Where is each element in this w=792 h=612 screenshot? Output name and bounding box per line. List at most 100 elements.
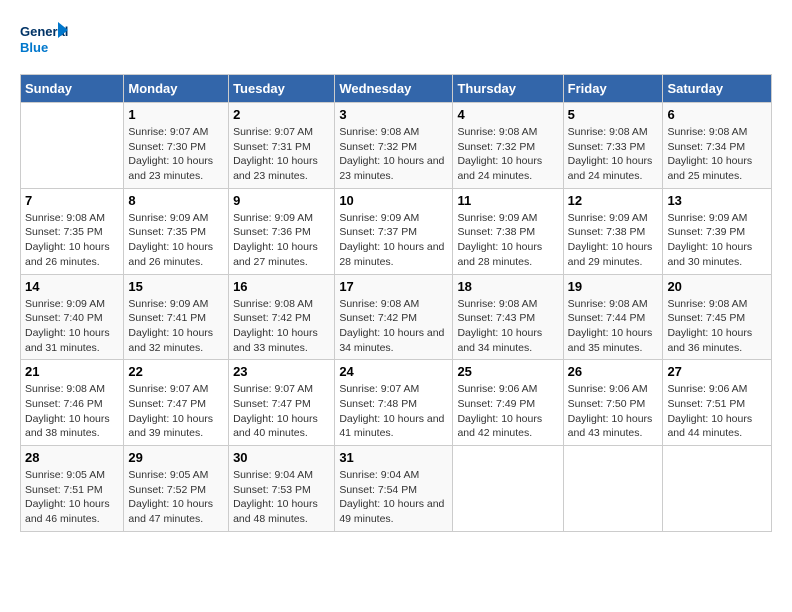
day-number: 18: [457, 279, 558, 294]
calendar-table: SundayMondayTuesdayWednesdayThursdayFrid…: [20, 74, 772, 532]
calendar-cell: 14 Sunrise: 9:09 AMSunset: 7:40 PMDayligh…: [21, 274, 124, 360]
calendar-cell: 10 Sunrise: 9:09 AMSunset: 7:37 PMDayligh…: [335, 188, 453, 274]
day-info: Sunrise: 9:09 AMSunset: 7:41 PMDaylight:…: [128, 297, 224, 356]
day-info: Sunrise: 9:04 AMSunset: 7:53 PMDaylight:…: [233, 468, 330, 527]
calendar-cell: 13 Sunrise: 9:09 AMSunset: 7:39 PMDayligh…: [663, 188, 772, 274]
calendar-cell: [453, 446, 563, 532]
calendar-cell: 3 Sunrise: 9:08 AMSunset: 7:32 PMDaylight…: [335, 103, 453, 189]
day-number: 7: [25, 193, 119, 208]
day-info: Sunrise: 9:06 AMSunset: 7:50 PMDaylight:…: [568, 382, 659, 441]
day-info: Sunrise: 9:09 AMSunset: 7:35 PMDaylight:…: [128, 211, 224, 270]
day-info: Sunrise: 9:04 AMSunset: 7:54 PMDaylight:…: [339, 468, 448, 527]
calendar-cell: 1Sunrise: 9:07 AMSunset: 7:30 PMDaylight…: [124, 103, 229, 189]
day-number: 31: [339, 450, 448, 465]
day-info: Sunrise: 9:08 AMSunset: 7:42 PMDaylight:…: [233, 297, 330, 356]
day-info: Sunrise: 9:07 AMSunset: 7:48 PMDaylight:…: [339, 382, 448, 441]
day-number: 9: [233, 193, 330, 208]
day-number: 20: [667, 279, 767, 294]
calendar-cell: 4 Sunrise: 9:08 AMSunset: 7:32 PMDaylight…: [453, 103, 563, 189]
calendar-cell: 24 Sunrise: 9:07 AMSunset: 7:48 PMDayligh…: [335, 360, 453, 446]
day-number: 11: [457, 193, 558, 208]
day-number: 8: [128, 193, 224, 208]
day-number: 4: [457, 107, 558, 122]
day-number: 27: [667, 364, 767, 379]
day-info: Sunrise: 9:05 AMSunset: 7:51 PMDaylight:…: [25, 468, 119, 527]
day-number: 22: [128, 364, 224, 379]
calendar-cell: 15 Sunrise: 9:09 AMSunset: 7:41 PMDayligh…: [124, 274, 229, 360]
calendar-cell: 2 Sunrise: 9:07 AMSunset: 7:31 PMDaylight…: [229, 103, 335, 189]
day-info: Sunrise: 9:05 AMSunset: 7:52 PMDaylight:…: [128, 468, 224, 527]
day-info: Sunrise: 9:08 AMSunset: 7:32 PMDaylight:…: [457, 125, 558, 184]
day-number: 23: [233, 364, 330, 379]
column-header-friday: Friday: [563, 75, 663, 103]
day-info: Sunrise: 9:07 AMSunset: 7:47 PMDaylight:…: [128, 382, 224, 441]
calendar-cell: 19Sunrise: 9:08 AMSunset: 7:44 PMDayligh…: [563, 274, 663, 360]
day-number: 17: [339, 279, 448, 294]
day-number: 25: [457, 364, 558, 379]
calendar-cell: 11 Sunrise: 9:09 AMSunset: 7:38 PMDayligh…: [453, 188, 563, 274]
day-info: Sunrise: 9:09 AMSunset: 7:37 PMDaylight:…: [339, 211, 448, 270]
day-number: 10: [339, 193, 448, 208]
calendar-cell: 5Sunrise: 9:08 AMSunset: 7:33 PMDaylight…: [563, 103, 663, 189]
calendar-cell: 12Sunrise: 9:09 AMSunset: 7:38 PMDayligh…: [563, 188, 663, 274]
calendar-cell: 18 Sunrise: 9:08 AMSunset: 7:43 PMDayligh…: [453, 274, 563, 360]
calendar-cell: 9 Sunrise: 9:09 AMSunset: 7:36 PMDaylight…: [229, 188, 335, 274]
calendar-cell: 25 Sunrise: 9:06 AMSunset: 7:49 PMDayligh…: [453, 360, 563, 446]
day-number: 29: [128, 450, 224, 465]
column-header-thursday: Thursday: [453, 75, 563, 103]
day-number: 28: [25, 450, 119, 465]
calendar-cell: 7 Sunrise: 9:08 AMSunset: 7:35 PMDaylight…: [21, 188, 124, 274]
day-number: 12: [568, 193, 659, 208]
column-header-sunday: Sunday: [21, 75, 124, 103]
calendar-cell: 30 Sunrise: 9:04 AMSunset: 7:53 PMDayligh…: [229, 446, 335, 532]
logo-icon: GeneralBlue: [20, 20, 70, 58]
svg-text:Blue: Blue: [20, 40, 48, 55]
day-info: Sunrise: 9:09 AMSunset: 7:38 PMDaylight:…: [457, 211, 558, 270]
calendar-cell: 29 Sunrise: 9:05 AMSunset: 7:52 PMDayligh…: [124, 446, 229, 532]
calendar-cell: 31 Sunrise: 9:04 AMSunset: 7:54 PMDayligh…: [335, 446, 453, 532]
day-info: Sunrise: 9:06 AMSunset: 7:49 PMDaylight:…: [457, 382, 558, 441]
column-header-saturday: Saturday: [663, 75, 772, 103]
column-header-wednesday: Wednesday: [335, 75, 453, 103]
calendar-cell: 26 Sunrise: 9:06 AMSunset: 7:50 PMDayligh…: [563, 360, 663, 446]
day-info: Sunrise: 9:07 AMSunset: 7:47 PMDaylight:…: [233, 382, 330, 441]
day-info: Sunrise: 9:08 AMSunset: 7:32 PMDaylight:…: [339, 125, 448, 184]
day-info: Sunrise: 9:08 AMSunset: 7:42 PMDaylight:…: [339, 297, 448, 356]
calendar-cell: 8 Sunrise: 9:09 AMSunset: 7:35 PMDaylight…: [124, 188, 229, 274]
day-info: Sunrise: 9:07 AMSunset: 7:30 PMDaylight:…: [128, 125, 224, 184]
day-info: Sunrise: 9:08 AMSunset: 7:35 PMDaylight:…: [25, 211, 119, 270]
page-header: GeneralBlue: [20, 20, 772, 58]
day-info: Sunrise: 9:09 AMSunset: 7:39 PMDaylight:…: [667, 211, 767, 270]
day-info: Sunrise: 9:09 AMSunset: 7:36 PMDaylight:…: [233, 211, 330, 270]
calendar-cell: [21, 103, 124, 189]
day-number: 26: [568, 364, 659, 379]
calendar-cell: 27Sunrise: 9:06 AMSunset: 7:51 PMDayligh…: [663, 360, 772, 446]
column-header-tuesday: Tuesday: [229, 75, 335, 103]
day-number: 5: [568, 107, 659, 122]
column-header-monday: Monday: [124, 75, 229, 103]
calendar-cell: 23 Sunrise: 9:07 AMSunset: 7:47 PMDayligh…: [229, 360, 335, 446]
day-number: 3: [339, 107, 448, 122]
day-info: Sunrise: 9:07 AMSunset: 7:31 PMDaylight:…: [233, 125, 330, 184]
day-number: 13: [667, 193, 767, 208]
calendar-cell: 20 Sunrise: 9:08 AMSunset: 7:45 PMDayligh…: [663, 274, 772, 360]
day-info: Sunrise: 9:08 AMSunset: 7:34 PMDaylight:…: [667, 125, 767, 184]
day-number: 14: [25, 279, 119, 294]
day-number: 6: [667, 107, 767, 122]
calendar-cell: 17 Sunrise: 9:08 AMSunset: 7:42 PMDayligh…: [335, 274, 453, 360]
day-info: Sunrise: 9:08 AMSunset: 7:45 PMDaylight:…: [667, 297, 767, 356]
day-info: Sunrise: 9:09 AMSunset: 7:40 PMDaylight:…: [25, 297, 119, 356]
calendar-cell: 21Sunrise: 9:08 AMSunset: 7:46 PMDayligh…: [21, 360, 124, 446]
calendar-cell: [563, 446, 663, 532]
calendar-cell: 22 Sunrise: 9:07 AMSunset: 7:47 PMDayligh…: [124, 360, 229, 446]
day-number: 2: [233, 107, 330, 122]
day-number: 16: [233, 279, 330, 294]
logo: GeneralBlue: [20, 20, 70, 58]
day-number: 24: [339, 364, 448, 379]
day-info: Sunrise: 9:08 AMSunset: 7:44 PMDaylight:…: [568, 297, 659, 356]
day-number: 15: [128, 279, 224, 294]
day-info: Sunrise: 9:08 AMSunset: 7:43 PMDaylight:…: [457, 297, 558, 356]
day-number: 21: [25, 364, 119, 379]
day-number: 30: [233, 450, 330, 465]
calendar-cell: 28 Sunrise: 9:05 AMSunset: 7:51 PMDayligh…: [21, 446, 124, 532]
